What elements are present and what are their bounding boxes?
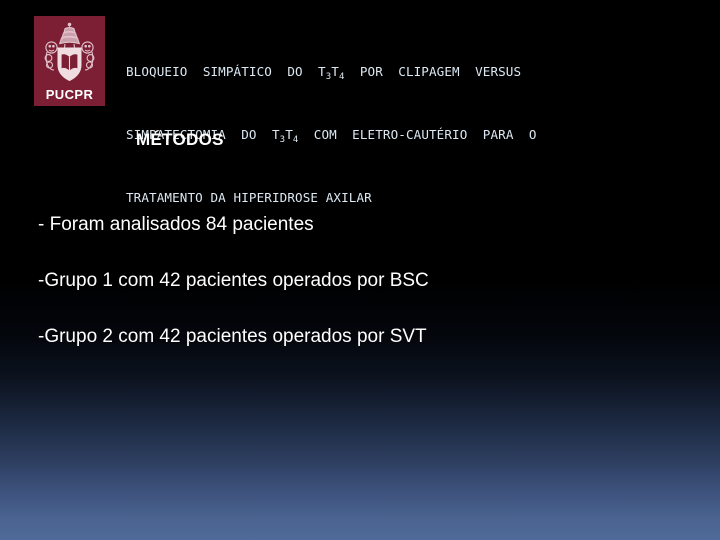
logo-wordmark: PUCPR xyxy=(45,87,94,102)
bullet-item: -Grupo 1 com 42 pacientes operados por B… xyxy=(38,270,429,291)
presentation-slide: PUCPR BLOQUEIO SIMPÁTICO DO T3T4 POR CLI… xyxy=(0,0,720,540)
title-line-3: TRATAMENTO DA HIPERIDROSE AXILAR xyxy=(126,190,372,205)
title-line-1: BLOQUEIO SIMPÁTICO DO T3T4 POR CLIPAGEM … xyxy=(126,61,712,82)
bullet-item: - Foram analisados 84 pacientes xyxy=(38,214,314,235)
title-line-2-part-3: COM ELETRO-CAUTÉRIO PARA O xyxy=(298,127,537,142)
title-line-1-part-1: BLOQUEIO SIMPÁTICO DO T xyxy=(126,64,326,79)
title-line-1-part-2: T xyxy=(331,64,339,79)
pucpr-logo: PUCPR xyxy=(34,16,105,106)
bullet-item: -Grupo 2 com 42 pacientes operados por S… xyxy=(38,326,427,347)
pucpr-emblem-icon xyxy=(44,22,95,82)
bullet-list: - Foram analisados 84 pacientes -Grupo 1… xyxy=(38,214,678,382)
title-line-1-part-3: POR CLIPAGEM VERSUS xyxy=(344,64,522,79)
title-line-2-part-2: T xyxy=(285,127,293,142)
section-heading-metodos: MÉTODOS xyxy=(136,130,224,149)
